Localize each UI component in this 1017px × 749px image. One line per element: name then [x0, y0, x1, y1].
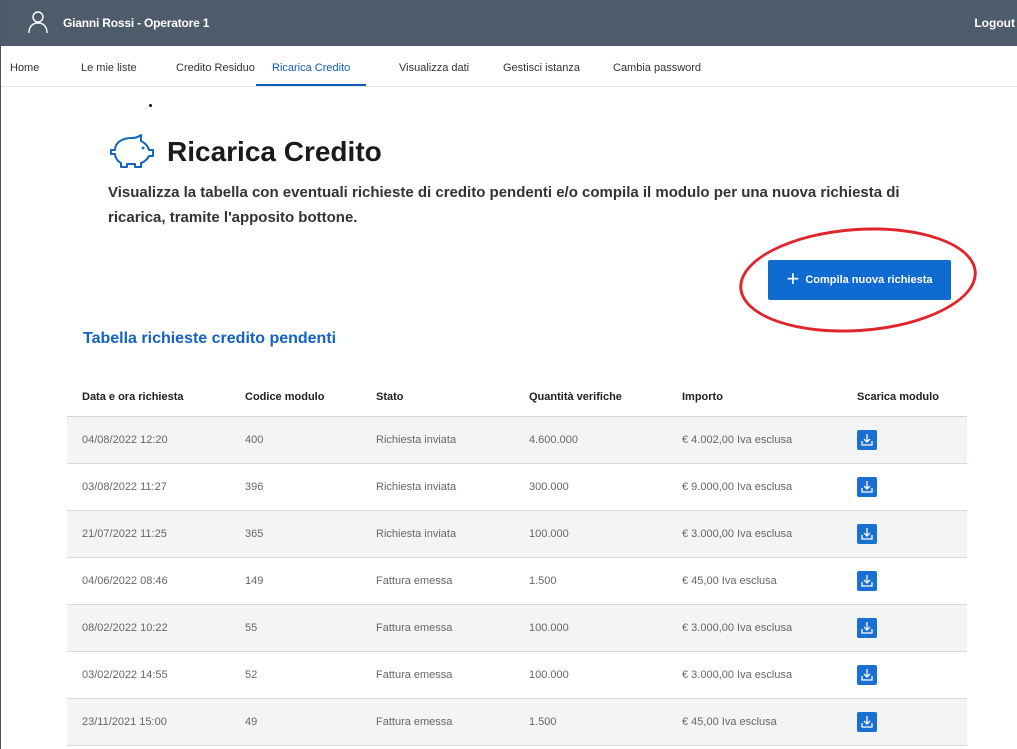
new-request-button[interactable]: + Compila nuova richiesta: [768, 260, 951, 300]
table-header-row: Data e ora richiesta Codice modulo Stato…: [67, 378, 967, 417]
cell-date: 21/07/2022 11:25: [67, 510, 230, 558]
cell-code: 396: [230, 463, 361, 511]
col-header-amount: Importo: [667, 378, 842, 417]
cell-code: 149: [230, 557, 361, 605]
cell-download: [842, 416, 967, 464]
tab-home[interactable]: Home: [10, 46, 39, 84]
download-icon: [861, 716, 873, 728]
cell-date: 04/06/2022 08:46: [67, 557, 230, 605]
table-row: 03/08/2022 11:27 396 Richiesta inviata 300.…: [67, 463, 967, 511]
download-button[interactable]: [857, 524, 877, 544]
cell-amount: € 45,00 Iva esclusa: [667, 557, 842, 605]
cell-download: [842, 698, 967, 746]
page-title: Ricarica Credito: [167, 136, 382, 167]
download-icon: [861, 434, 873, 446]
cell-amount: € 3.000,00 Iva esclusa: [667, 510, 842, 558]
plus-icon: +: [786, 265, 800, 291]
tab-cambia-password[interactable]: Cambia password: [613, 46, 701, 84]
bullet-dot: [149, 104, 152, 107]
requests-table: Data e ora richiesta Codice modulo Stato…: [67, 378, 967, 746]
cell-status: Richiesta inviata: [361, 416, 514, 464]
cell-status: Richiesta inviata: [361, 463, 514, 511]
piggy-bank-icon: [110, 134, 154, 168]
cell-amount: € 4.002,00 Iva esclusa: [667, 416, 842, 464]
table-row: 08/02/2022 10:22 55 Fattura emessa 100.000 €…: [67, 604, 967, 652]
table-row: 04/06/2022 08:46 149 Fattura emessa 1.500 € …: [67, 557, 967, 605]
table-row: 03/02/2022 14:55 52 Fattura emessa 100.000 €…: [67, 651, 967, 699]
download-icon: [861, 575, 873, 587]
top-bar: Gianni Rossi - Operatore 1 Logout: [1, 0, 1017, 46]
cell-date: 03/02/2022 14:55: [67, 651, 230, 699]
cell-date: 03/08/2022 11:27: [67, 463, 230, 511]
cell-code: 400: [230, 416, 361, 464]
cell-quantity: 4.600.000: [514, 416, 667, 464]
download-icon: [861, 669, 873, 681]
cell-status: Richiesta inviata: [361, 510, 514, 558]
cell-date: 08/02/2022 10:22: [67, 604, 230, 652]
cell-download: [842, 463, 967, 511]
cell-date: 04/08/2022 12:20: [67, 416, 230, 464]
table-row: 04/08/2022 12:20 400 Richiesta inviata 4.60…: [67, 416, 967, 464]
tab-ricarica-credito[interactable]: Ricarica Credito: [256, 46, 367, 86]
cell-status: Fattura emessa: [361, 651, 514, 699]
cell-download: [842, 557, 967, 605]
download-icon: [861, 622, 873, 634]
cell-status: Fattura emessa: [361, 557, 514, 605]
cell-quantity: 1.500: [514, 698, 667, 746]
cell-status: Fattura emessa: [361, 698, 514, 746]
cell-amount: € 9.000,00 Iva esclusa: [667, 463, 842, 511]
download-button[interactable]: [857, 712, 877, 732]
download-button[interactable]: [857, 430, 877, 450]
tab-credito-residuo[interactable]: Credito Residuo: [176, 46, 255, 84]
col-header-quantity: Quantità verifiche: [514, 378, 667, 417]
col-header-date: Data e ora richiesta: [67, 378, 230, 417]
tab-visualizza-dati[interactable]: Visualizza dati: [399, 46, 469, 84]
cell-status: Fattura emessa: [361, 604, 514, 652]
cell-download: [842, 510, 967, 558]
col-header-download: Scarica modulo: [842, 378, 967, 417]
cell-code: 49: [230, 698, 361, 746]
new-request-button-label: Compila nuova richiesta: [805, 274, 933, 286]
cell-code: 365: [230, 510, 361, 558]
cell-amount: € 3.000,00 Iva esclusa: [667, 651, 842, 699]
logout-link[interactable]: Logout: [974, 16, 1015, 30]
cell-amount: € 3.000,00 Iva esclusa: [667, 604, 842, 652]
cell-quantity: 300.000: [514, 463, 667, 511]
download-icon: [861, 481, 873, 493]
col-header-code: Codice modulo: [230, 378, 361, 417]
table-title: Tabella richieste credito pendenti: [83, 330, 337, 347]
table-row: 21/07/2022 11:25 365 Richiesta inviata 100.…: [67, 510, 967, 558]
user-icon: [28, 11, 48, 34]
cell-quantity: 100.000: [514, 604, 667, 652]
main-nav: Home Le mie liste Credito Residuo Ricari…: [1, 46, 1017, 87]
cell-download: [842, 651, 967, 699]
download-icon: [861, 528, 873, 540]
cell-quantity: 100.000: [514, 510, 667, 558]
col-header-status: Stato: [361, 378, 514, 417]
tab-gestisci-istanza[interactable]: Gestisci istanza: [503, 46, 580, 84]
cell-code: 55: [230, 604, 361, 652]
download-button[interactable]: [857, 665, 877, 685]
cell-date: 23/11/2021 15:00: [67, 698, 230, 746]
download-button[interactable]: [857, 618, 877, 638]
cell-amount: € 45,00 Iva esclusa: [667, 698, 842, 746]
cell-download: [842, 604, 967, 652]
tab-le-mie-liste[interactable]: Le mie liste: [81, 46, 137, 84]
download-button[interactable]: [857, 571, 877, 591]
user-name: Gianni Rossi - Operatore 1: [63, 16, 210, 30]
table-row: 23/11/2021 15:00 49 Fattura emessa 1.500 € 4…: [67, 698, 967, 746]
page-description: Visualizza la tabella con eventuali rich…: [108, 184, 900, 226]
download-button[interactable]: [857, 477, 877, 497]
cell-quantity: 100.000: [514, 651, 667, 699]
cell-quantity: 1.500: [514, 557, 667, 605]
cell-code: 52: [230, 651, 361, 699]
